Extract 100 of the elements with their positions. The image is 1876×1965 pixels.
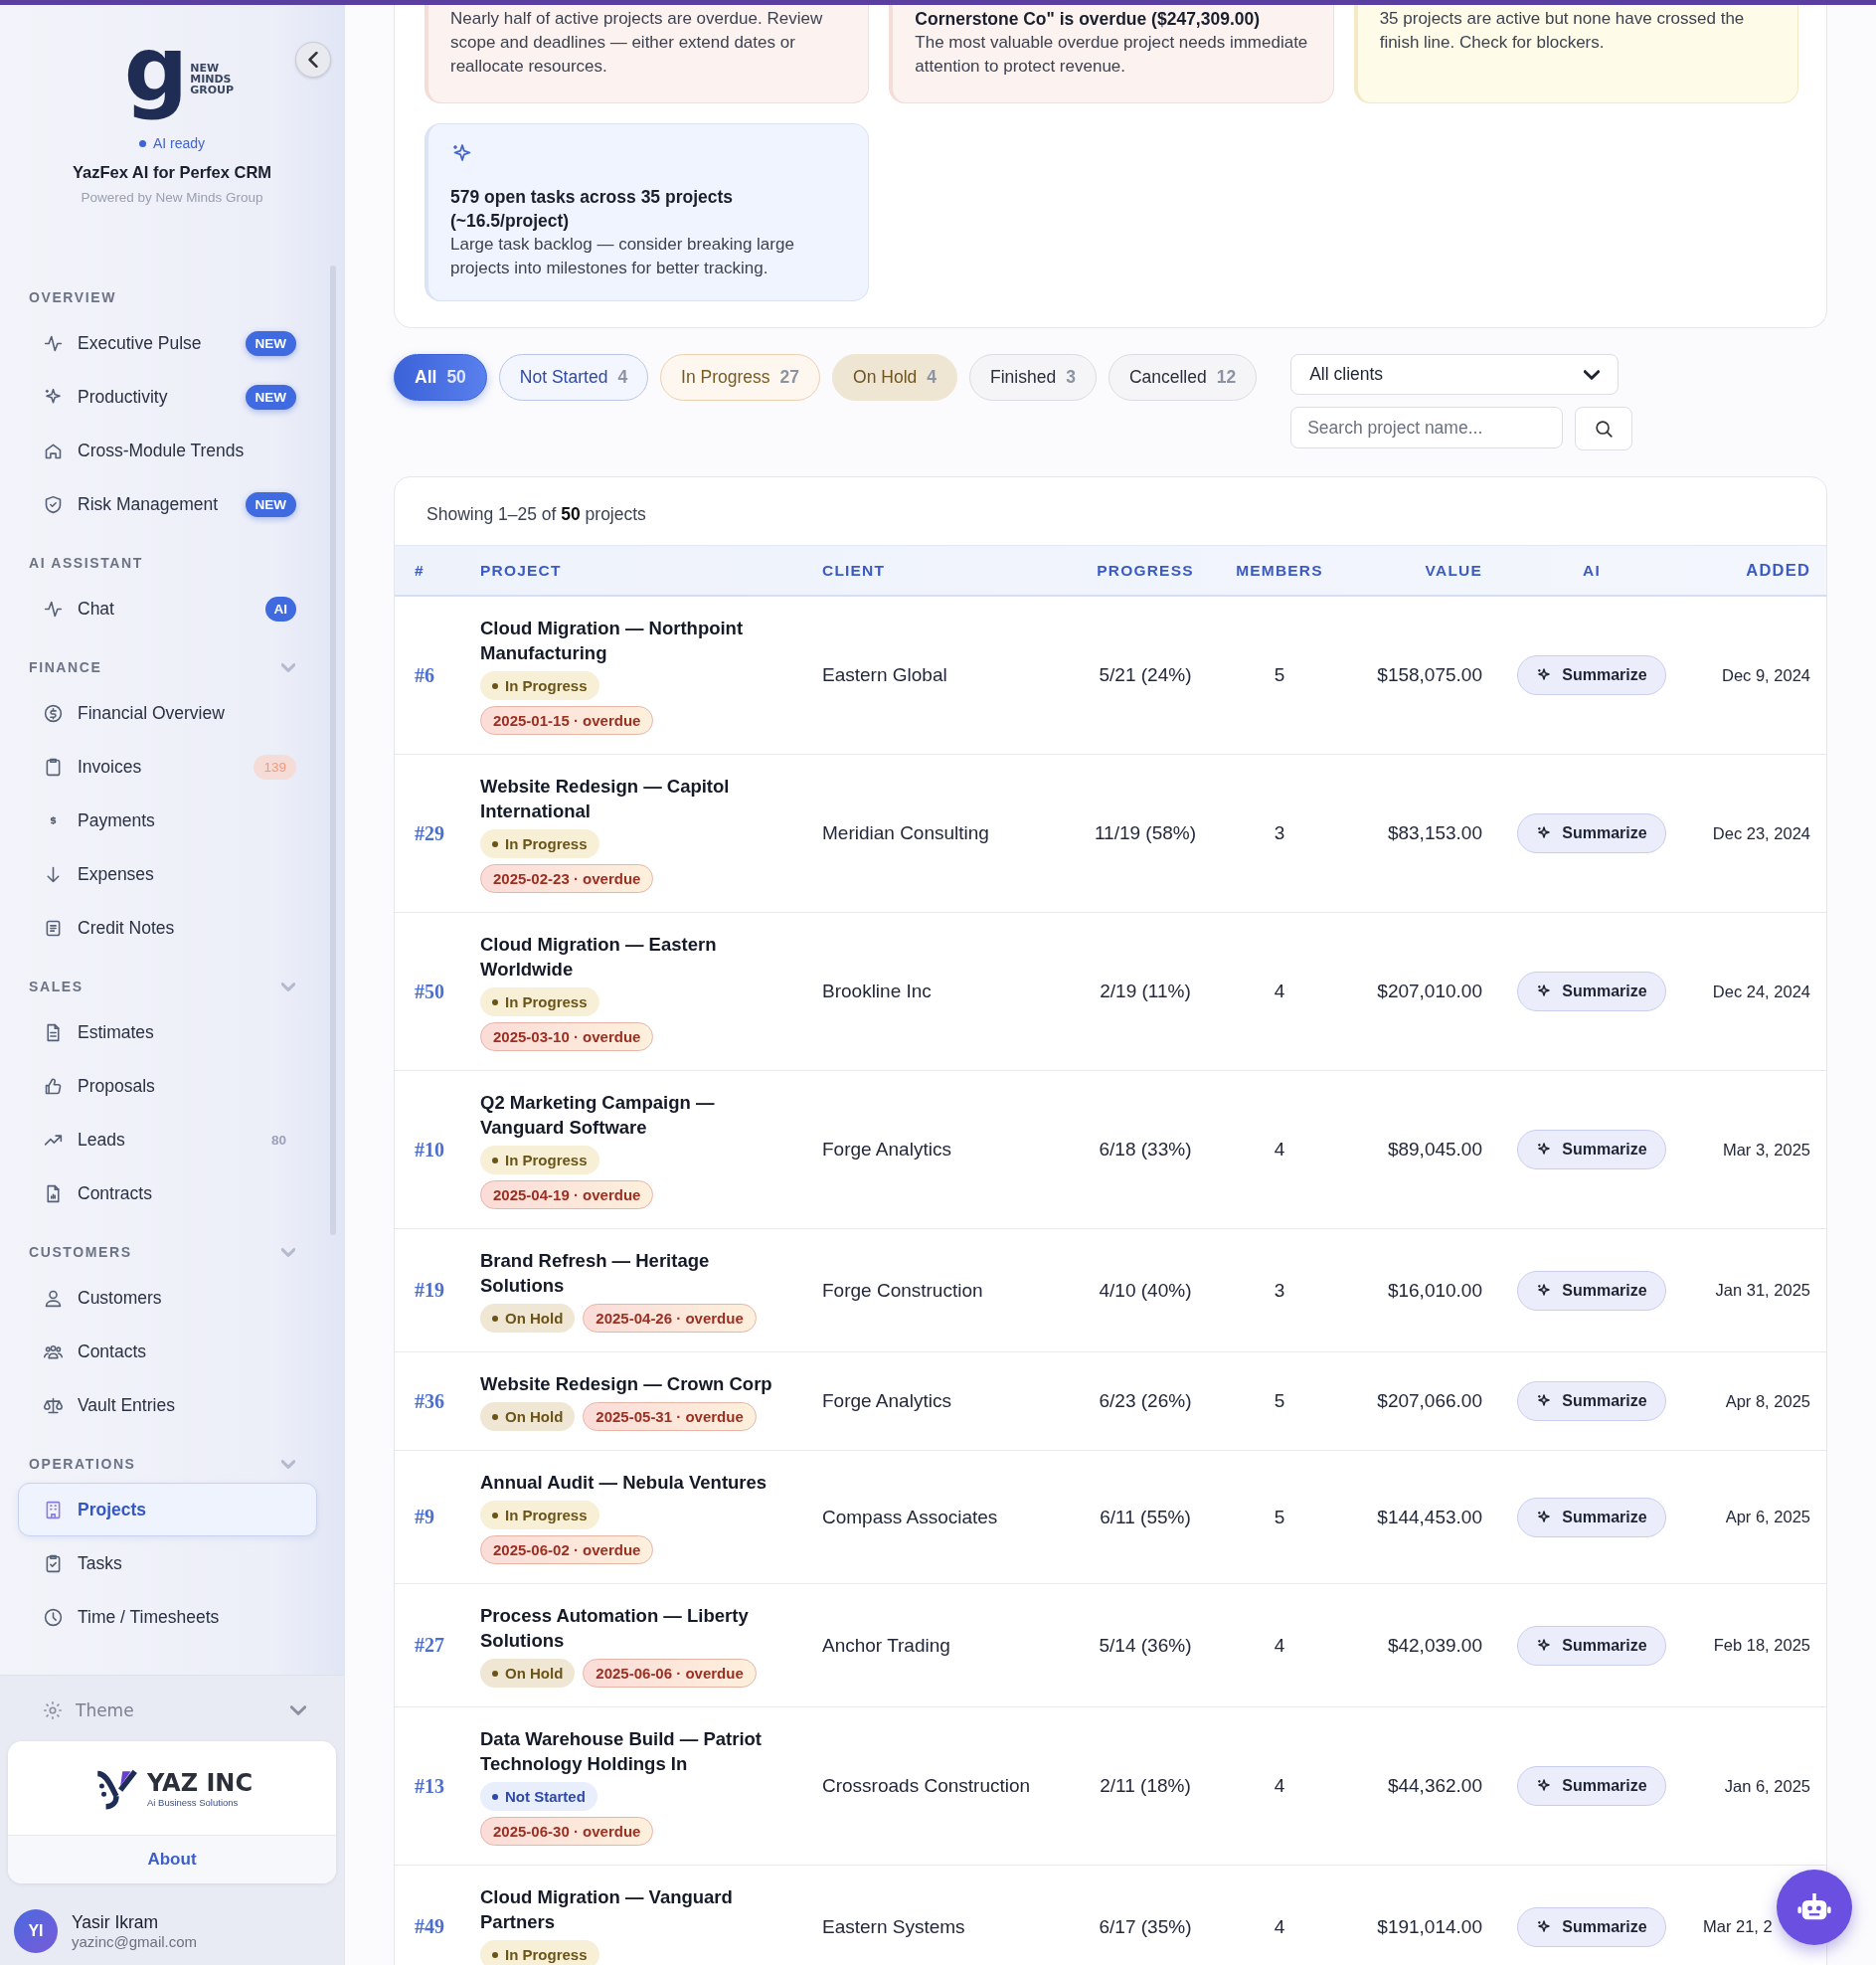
sparkle-icon bbox=[1536, 983, 1553, 999]
progress-text: 5/14 (36%) bbox=[1098, 1634, 1193, 1657]
nav-item[interactable]: Time / Timesheets bbox=[18, 1590, 317, 1644]
client-name: Compass Associates bbox=[822, 1506, 999, 1528]
collapse-button[interactable] bbox=[295, 42, 331, 78]
project-value: $83,153.00 bbox=[1386, 822, 1482, 844]
insight-title: Cornerstone Co" is overdue ($247,309.00) bbox=[915, 8, 1262, 31]
sparkle-icon bbox=[1536, 1509, 1553, 1525]
tag-badge: NEW bbox=[245, 330, 296, 356]
progress-text: 2/19 (11%) bbox=[1099, 981, 1192, 1002]
insight-text: The most valuable overdue project needs immediate attention to protect revenue. bbox=[915, 32, 1309, 78]
search-icon bbox=[1593, 418, 1616, 440]
nav-item[interactable]: Cross-Module Trends bbox=[18, 424, 317, 477]
column-header: VALUE bbox=[1424, 561, 1482, 580]
tag-badge: NEW bbox=[245, 384, 296, 410]
nav-item[interactable]: Tasks bbox=[18, 1536, 317, 1590]
summarize-button[interactable]: Summarize bbox=[1517, 1381, 1666, 1421]
search-button[interactable] bbox=[1575, 407, 1633, 450]
chevron-left-icon bbox=[305, 52, 321, 68]
due-date-chip: 2025-04-19 · overdue bbox=[480, 1180, 654, 1209]
project-id: #6 bbox=[414, 663, 435, 687]
project-id: #29 bbox=[414, 821, 445, 845]
filter-tab[interactable]: On Hold 4 bbox=[832, 354, 957, 401]
filter-count: 12 bbox=[1216, 367, 1237, 388]
members-count: 3 bbox=[1273, 822, 1286, 844]
nav-item[interactable]: Estimates bbox=[18, 1005, 317, 1059]
client-name: Eastern Global bbox=[822, 664, 948, 686]
filter-tab[interactable]: Not Started 4 bbox=[498, 354, 649, 401]
logo-mark: g bbox=[123, 16, 189, 123]
app-subtitle: Powered by New Minds Group bbox=[81, 190, 263, 205]
filter-tab[interactable]: In Progress 27 bbox=[660, 354, 821, 401]
app-title: YazFex AI for Perfex CRM bbox=[72, 163, 272, 182]
nav-item[interactable]: Proposals bbox=[18, 1059, 317, 1113]
progress-text: 6/17 (35%) bbox=[1098, 1915, 1193, 1938]
project-name: Annual Audit — Nebula Ventures bbox=[480, 1471, 768, 1495]
nav-item[interactable]: Chat AI bbox=[18, 582, 317, 635]
nav-item[interactable]: Invoices 139 bbox=[18, 740, 317, 794]
project-name: Data Warehouse Build — Patriot Technology Holdings In bbox=[480, 1727, 764, 1776]
project-id: #9 bbox=[414, 1506, 435, 1528]
section-header[interactable]: OPERATIONS bbox=[18, 1455, 317, 1473]
summarize-button[interactable]: Summarize bbox=[1517, 1130, 1666, 1169]
filter-count: 50 bbox=[446, 367, 466, 388]
date-added: Dec 9, 2024 bbox=[1721, 665, 1810, 685]
client-name: Eastern Systems bbox=[822, 1915, 966, 1938]
nav-item[interactable]: Executive Pulse NEW bbox=[18, 316, 317, 370]
members-count: 4 bbox=[1273, 1139, 1286, 1161]
about-link[interactable]: About bbox=[8, 1836, 336, 1883]
column-header: ADDED bbox=[1745, 561, 1810, 580]
nav-item[interactable]: Risk Management NEW bbox=[18, 477, 317, 531]
client-name: Forge Analytics bbox=[822, 1139, 952, 1161]
nav-item[interactable]: Vault Entries bbox=[18, 1378, 317, 1432]
summarize-button[interactable]: Summarize bbox=[1517, 655, 1666, 695]
tag-badge: NEW bbox=[245, 491, 296, 517]
nav-item[interactable]: Contacts bbox=[18, 1325, 317, 1378]
nav-item[interactable]: Projects bbox=[18, 1483, 317, 1536]
status-chip: In Progress bbox=[480, 987, 599, 1016]
client-name: Anchor Trading bbox=[822, 1634, 951, 1657]
client-select[interactable]: All clients bbox=[1290, 354, 1620, 395]
nav-item[interactable]: Contracts bbox=[18, 1166, 317, 1220]
nav-item[interactable]: Leads 80 bbox=[18, 1113, 317, 1166]
summarize-button[interactable]: Summarize bbox=[1517, 1270, 1666, 1311]
project-value: $89,045.00 bbox=[1386, 1139, 1482, 1161]
filter-tab[interactable]: Finished 3 bbox=[969, 354, 1097, 401]
summarize-button[interactable]: Summarize bbox=[1517, 813, 1666, 853]
summarize-button[interactable]: Summarize bbox=[1517, 1497, 1666, 1537]
search-field[interactable]: Search project name... bbox=[1290, 407, 1564, 448]
company-name: YAZ INC bbox=[146, 1768, 253, 1797]
nav-item[interactable]: Credit Notes bbox=[18, 901, 317, 955]
date-added: Dec 23, 2024 bbox=[1711, 823, 1810, 843]
project-value: $207,010.00 bbox=[1376, 981, 1482, 1002]
summarize-button[interactable]: Summarize bbox=[1517, 972, 1666, 1011]
section-header[interactable]: SALES bbox=[18, 978, 317, 995]
summarize-button[interactable]: Summarize bbox=[1517, 1625, 1666, 1666]
filter-count: 3 bbox=[1066, 367, 1076, 388]
project-value: $44,362.00 bbox=[1386, 1775, 1482, 1797]
nav-item[interactable]: Financial Overview bbox=[18, 686, 317, 740]
chevron-down-icon bbox=[281, 1247, 295, 1257]
section-header[interactable]: CUSTOMERS bbox=[18, 1243, 317, 1261]
filter-tab[interactable]: Cancelled 12 bbox=[1108, 354, 1258, 401]
section-header[interactable]: FINANCE bbox=[18, 658, 317, 676]
nav-item[interactable]: Productivity NEW bbox=[18, 370, 317, 424]
filter-count: 4 bbox=[927, 367, 937, 388]
date-added: Dec 24, 2024 bbox=[1711, 982, 1810, 1001]
status-chip: In Progress bbox=[480, 1501, 599, 1529]
project-value: $144,453.00 bbox=[1376, 1506, 1482, 1528]
sparkle-icon bbox=[1536, 1918, 1553, 1935]
section-header: OVERVIEW bbox=[28, 288, 117, 306]
due-date-chip: 2025-01-15 · overdue bbox=[480, 706, 654, 735]
chevron-down-icon bbox=[290, 1702, 306, 1718]
column-header: # bbox=[414, 561, 426, 580]
members-count: 4 bbox=[1273, 1634, 1286, 1657]
user-email: yazinc@gmail.com bbox=[72, 1933, 198, 1950]
filter-tab[interactable]: All 50 bbox=[394, 354, 487, 401]
nav-item[interactable]: Expenses bbox=[18, 847, 317, 901]
nav-item[interactable]: Customers bbox=[18, 1271, 317, 1325]
summarize-button[interactable]: Summarize bbox=[1517, 1766, 1666, 1806]
summarize-button[interactable]: Summarize bbox=[1517, 1906, 1666, 1947]
due-date-chip: 2025-04-26 · overdue bbox=[583, 1304, 757, 1333]
due-date-chip: 2025-03-10 · overdue bbox=[480, 1022, 654, 1051]
nav-item[interactable]: Payments bbox=[18, 794, 317, 847]
